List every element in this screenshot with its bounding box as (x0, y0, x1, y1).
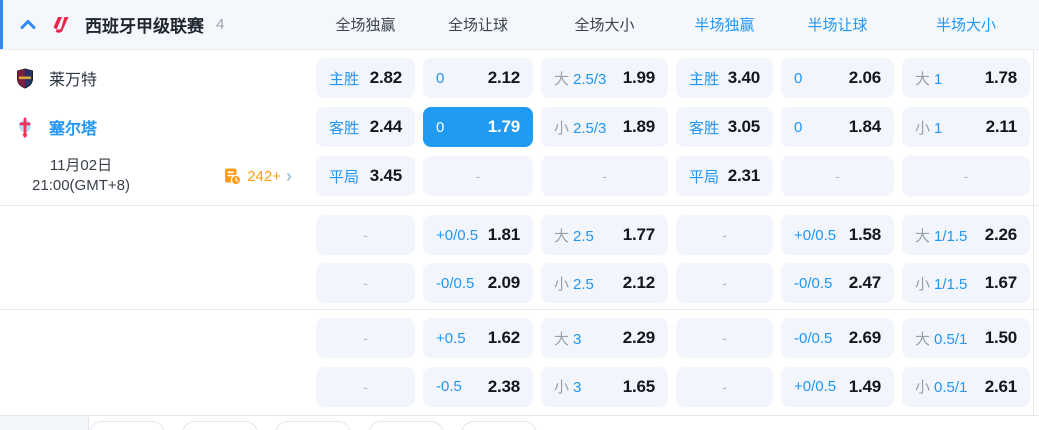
odds-cell-ou[interactable]: 大 0.5/1 1.50 (902, 318, 1030, 358)
more-markets-count: 242+ (247, 167, 281, 185)
odds-cell-win[interactable]: 平局 3.45 (316, 156, 415, 196)
home-team-row[interactable]: 莱万特 (0, 58, 308, 98)
odds-cell-win[interactable]: 客胜 2.44 (316, 107, 415, 147)
odds-cell-ou[interactable]: 大 2.5/3 1.99 (541, 58, 668, 98)
markets-stats-icon (223, 167, 242, 186)
away-team-name: 塞尔塔 (49, 121, 98, 138)
bottom-tab-pill[interactable] (89, 421, 165, 430)
chevron-right-icon: › (286, 166, 292, 186)
odds-cell-hcap[interactable]: 0 2.06 (781, 58, 894, 98)
match-datetime: 11月02日 21:00(GMT+8) (6, 156, 156, 197)
odds-section-alt-lines-1: - +0/0.5 1.81 大 2.5 1.77- +0/0.5 1.58 大 1/1.5 2.26… (0, 205, 1039, 310)
odds-cell-empty: - (676, 366, 773, 407)
match-time: 21:00(GMT+8) (32, 177, 130, 194)
odds-cell-win[interactable]: 客胜 3.05 (676, 107, 773, 147)
odds-cell-hcap[interactable]: -0/0.5 2.69 (781, 318, 894, 358)
column-header-2: 全场让球 (447, 17, 508, 34)
odds-cell-hcap[interactable]: -0/0.5 2.09 (423, 263, 533, 303)
bottom-tab-pill[interactable] (275, 421, 351, 430)
column-header-3: 全场大小 (574, 17, 635, 34)
odds-cell-ou[interactable]: 小 0.5/1 2.61 (902, 366, 1030, 407)
odds-cell-empty: - (676, 215, 773, 255)
odds-cell-hcap[interactable]: +0/0.5 1.58 (781, 215, 894, 255)
right-divider (1033, 50, 1034, 415)
match-date: 11月02日 (49, 156, 113, 174)
bottom-left-box (0, 416, 89, 430)
league-header-left: 西班牙甲级联赛 4 (0, 12, 308, 37)
odds-cell-hcap[interactable]: -0.5 2.38 (423, 366, 533, 407)
home-team-name: 莱万特 (49, 72, 98, 89)
odds-cell-ou[interactable]: 小 3 1.65 (541, 366, 668, 407)
odds-cell-empty: - (676, 318, 773, 358)
odds-cell-empty: - (316, 215, 415, 255)
odds-cell-hcap[interactable]: 0 2.12 (423, 58, 533, 98)
league-header: 西班牙甲级联赛 4 全场独赢 全场让球 全场大小 半场独赢 半场让球 半场大小 (0, 0, 1039, 50)
odds-cell-empty: - (316, 366, 415, 407)
odds-cell-empty: - (902, 156, 1030, 196)
odds-cell-ou[interactable]: 大 3 2.29 (541, 318, 668, 358)
laliga-logo-icon (50, 14, 71, 35)
odds-panel: 西班牙甲级联赛 4 全场独赢 全场让球 全场大小 半场独赢 半场让球 半场大小 莱万特 (0, 0, 1039, 430)
odds-cell-ou[interactable]: 小 1/1.5 1.67 (902, 263, 1030, 303)
odds-cell-empty: - (316, 318, 415, 358)
chevron-up-icon[interactable] (20, 19, 36, 30)
odds-cell-empty: - (316, 263, 415, 303)
odds-cell-ou[interactable]: 小 2.5 2.12 (541, 263, 668, 303)
match-info: 莱万特 塞尔塔 11月02日 21:00(GMT+8) 242+ › (0, 58, 308, 196)
league-match-count: 4 (216, 16, 225, 33)
bottom-tab-pill[interactable] (461, 421, 537, 430)
home-team-crest-icon (14, 67, 35, 89)
odds-cell-hcap[interactable]: +0/0.5 1.49 (781, 366, 894, 407)
odds-cell-hcap[interactable]: +0.5 1.62 (423, 318, 533, 358)
odds-cell-hcap[interactable]: 0 1.84 (781, 107, 894, 147)
column-header-1: 全场独赢 (335, 17, 396, 34)
odds-cell-win[interactable]: 平局 2.31 (676, 156, 773, 196)
column-header-4: 半场独赢 (694, 17, 755, 34)
odds-cell-hcap[interactable]: 0 1.79 (423, 107, 533, 147)
odds-cell-empty: - (676, 263, 773, 303)
odds-cell-win[interactable]: 主胜 3.40 (676, 58, 773, 98)
odds-cell-ou[interactable]: 小 1 2.11 (902, 107, 1030, 147)
odds-cell-empty: - (423, 156, 533, 196)
bottom-tab-pill[interactable] (368, 421, 444, 430)
odds-cell-win[interactable]: 主胜 2.82 (316, 58, 415, 98)
odds-cell-hcap[interactable]: -0/0.5 2.47 (781, 263, 894, 303)
away-team-row[interactable]: 塞尔塔 (0, 107, 308, 147)
away-team-crest-icon (14, 117, 35, 138)
odds-cell-ou[interactable]: 小 2.5/3 1.89 (541, 107, 668, 147)
match-meta-row: 11月02日 21:00(GMT+8) 242+ › (0, 156, 308, 196)
column-header-6: 半场大小 (935, 17, 996, 34)
odds-cell-hcap[interactable]: +0/0.5 1.81 (423, 215, 533, 255)
bottom-tab-pill[interactable] (182, 421, 258, 430)
odds-cell-empty: - (781, 156, 894, 196)
column-header-5: 半场让球 (807, 17, 868, 34)
odds-section-alt-lines-2: - +0.5 1.62 大 3 2.29- -0/0.5 2.69 大 0.5/1 1.50- -0.… (0, 310, 1039, 415)
league-name: 西班牙甲级联赛 (85, 17, 204, 36)
odds-cell-ou[interactable]: 大 2.5 1.77 (541, 215, 668, 255)
odds-cell-empty: - (541, 156, 668, 196)
odds-cell-ou[interactable]: 大 1/1.5 2.26 (902, 215, 1030, 255)
bottom-strip (0, 415, 1039, 430)
more-markets-button[interactable]: 242+ › (223, 167, 292, 186)
odds-section-main: 莱万特 塞尔塔 11月02日 21:00(GMT+8) 242+ › 主胜 2.… (0, 50, 1039, 205)
odds-cell-ou[interactable]: 大 1 1.78 (902, 58, 1030, 98)
